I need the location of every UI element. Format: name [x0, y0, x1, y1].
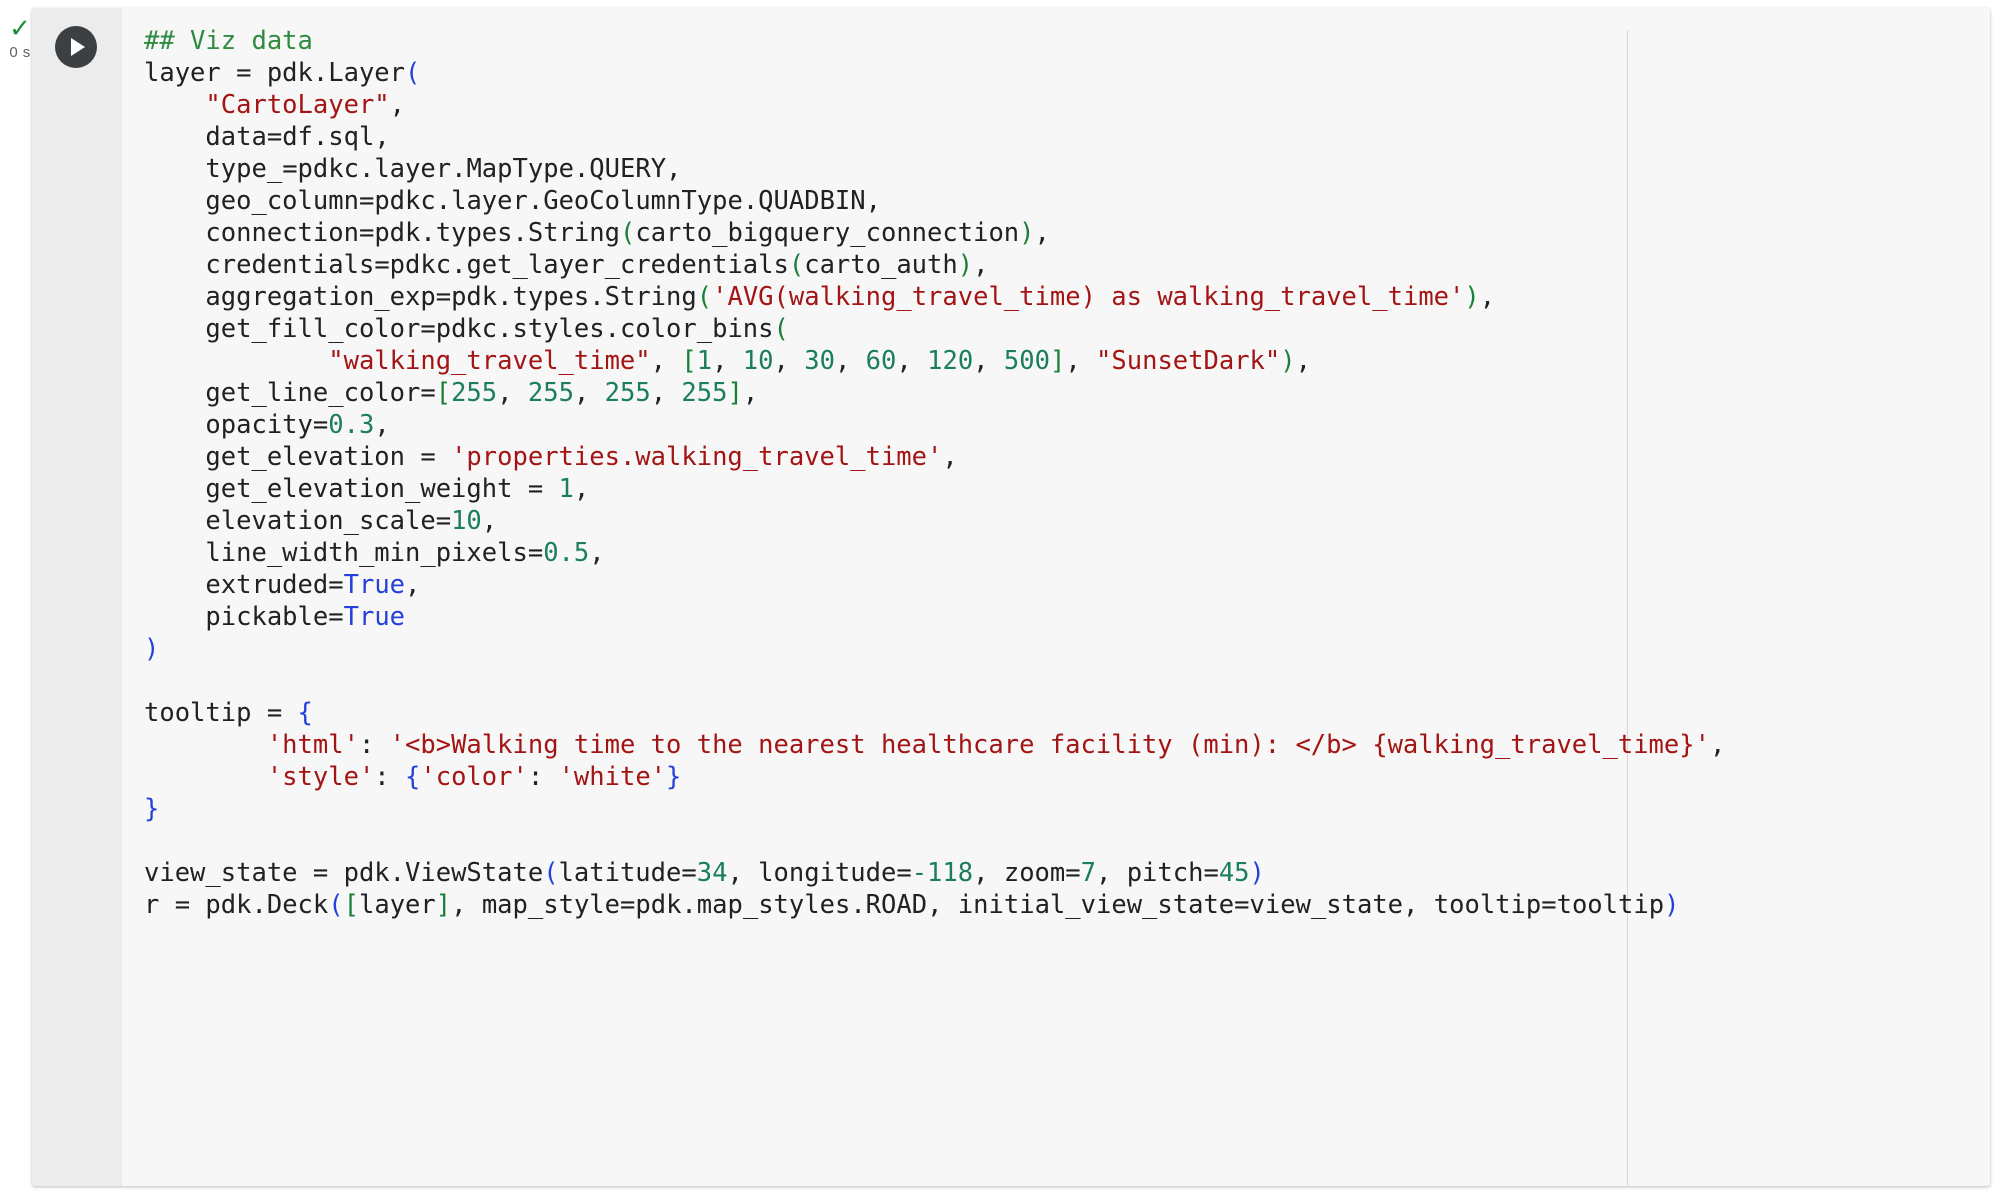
run-cell-button[interactable] [55, 26, 97, 68]
play-icon [71, 38, 85, 56]
code-cell[interactable]: ## Viz data layer = pdk.Layer( "CartoLay… [32, 8, 1990, 1186]
code-source-text[interactable]: ## Viz data layer = pdk.Layer( "CartoLay… [144, 25, 1725, 921]
notebook-root: ✓ 0 s ## Viz data layer = pdk.Layer( "Ca… [0, 0, 2011, 1200]
code-editor[interactable]: ## Viz data layer = pdk.Layer( "CartoLay… [122, 8, 1990, 1186]
cell-run-gutter [32, 8, 122, 1186]
